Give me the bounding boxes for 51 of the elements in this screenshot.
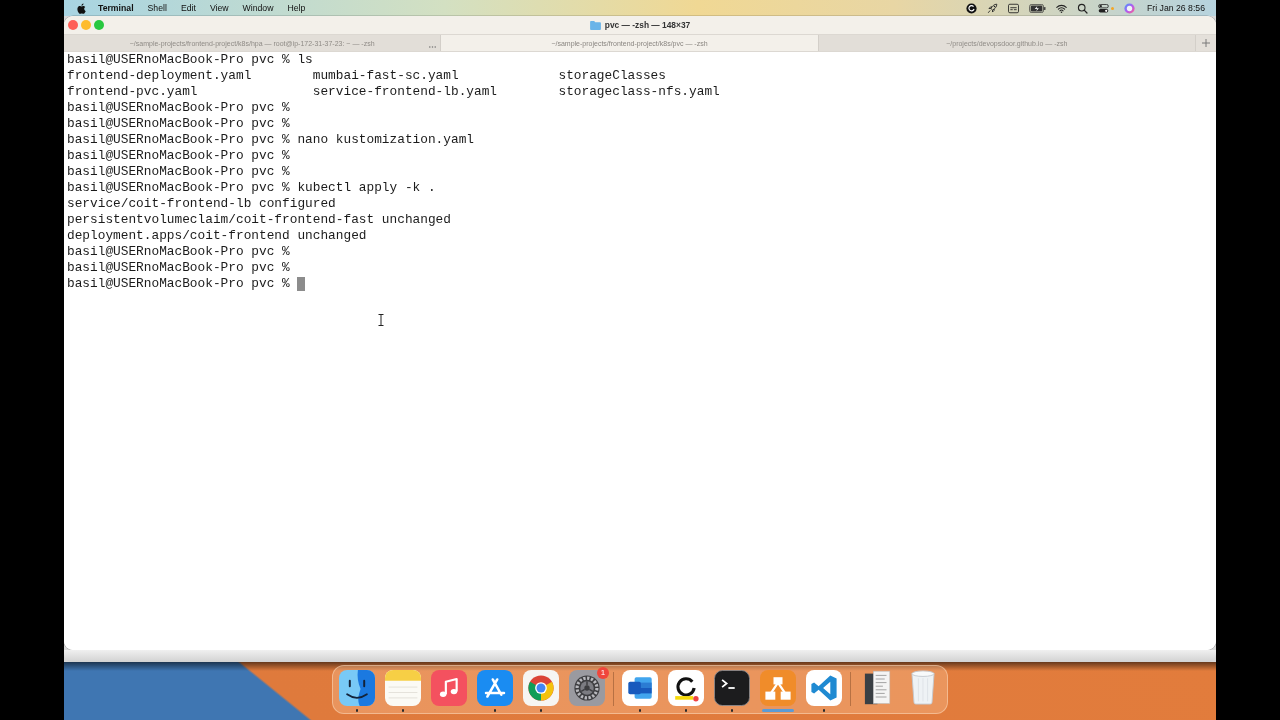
search-icon[interactable] [1077,2,1089,14]
prompt-line: basil@USERnoMacBook-Pro pvc % nano kustomization.yaml [67,132,474,148]
circle-logo-icon[interactable] [966,2,978,14]
toggle-switches-icon[interactable] [1098,3,1110,13]
folder-icon [589,20,601,30]
code-editor-icon[interactable] [806,670,842,706]
prompt-line: basil@USERnoMacBook-Pro pvc % [67,100,290,116]
text-cursor-icon [378,314,384,326]
orb-icon[interactable] [1124,2,1136,14]
menu-item[interactable]: Help [287,2,306,14]
menu-item[interactable]: Edit [180,2,196,14]
file-name: frontend-pvc.yaml [67,84,198,100]
file-name: service-frontend-lb.yaml [312,84,498,100]
menu-item[interactable]: Terminal [98,2,134,14]
recording-dot-icon [1111,6,1115,10]
prompt-line: basil@USERnoMacBook-Pro pvc % [67,260,290,276]
prompt-line: basil@USERnoMacBook-Pro pvc % kubectl apply -k . [67,180,436,196]
terminal-icon[interactable] [714,670,750,706]
file-name: frontend-deployment.yaml [67,68,252,84]
file-name: storageclass-nfs.yaml [558,84,720,100]
document-icon[interactable] [622,670,658,706]
battery-icon[interactable] [1029,3,1047,13]
music-note-icon[interactable] [431,670,467,706]
face-icon[interactable] [339,670,375,706]
output-line: persistentvolumeclaim/coit-frontend-fast unchanged [67,212,451,228]
prompt-line: basil@USERnoMacBook-Pro pvc % [67,244,290,260]
menu-item[interactable]: Shell [147,2,167,14]
file-name: mumbai-fast-sc.yaml [312,68,459,84]
file-name: storageClasses [558,68,666,84]
window-title: pvc — -zsh — 148×37 [604,19,691,31]
menu-item[interactable]: Window [242,2,274,14]
output-line: service/coit-frontend-lb configured [67,196,336,212]
prompt-line: basil@USERnoMacBook-Pro pvc % [67,164,290,180]
close-icon[interactable] [68,20,78,30]
prompt-line: basil@USERnoMacBook-Pro pvc % [67,276,290,292]
menu-item[interactable]: View [209,2,229,14]
notification-badge: 1 [597,667,609,679]
browser-icon[interactable] [523,670,559,706]
ring-logo-icon[interactable] [668,670,704,706]
letter-a-icon[interactable] [477,670,513,706]
prompt-line: basil@USERnoMacBook-Pro pvc % ls [67,52,313,68]
wifi-icon[interactable] [1056,2,1068,14]
apple-icon[interactable] [77,2,86,14]
document-stack-icon[interactable] [863,670,891,706]
gear-icon[interactable] [569,670,605,706]
prompt-line: basil@USERnoMacBook-Pro pvc % [67,148,290,164]
output-line: deployment.apps/coit-frontend unchanged [67,228,367,244]
prompt-line: basil@USERnoMacBook-Pro pvc % [67,116,290,132]
captions-icon[interactable] [1008,2,1020,14]
menu-bar-clock[interactable]: Fri Jan 26 8:56 [1147,2,1205,14]
rocket-icon[interactable] [987,2,999,14]
